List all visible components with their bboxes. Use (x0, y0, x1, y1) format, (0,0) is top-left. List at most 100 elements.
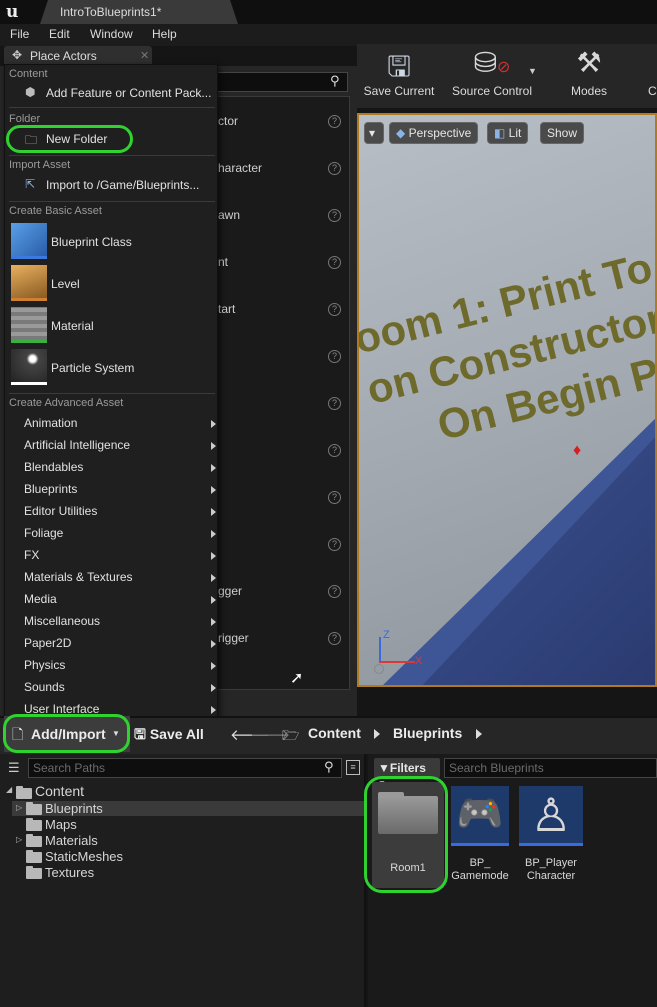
actor-row[interactable]: nt (218, 255, 338, 269)
modes-icon: ⚒ (576, 47, 602, 78)
z-axis-label: Z (383, 629, 390, 641)
particle-system-menu-item[interactable]: Particle System (5, 347, 217, 387)
room1-folder-highlight (364, 776, 448, 893)
advanced-menu-item[interactable]: Blendables (5, 457, 217, 479)
level-viewport[interactable]: oom 1: Print To on Constructor a On Begi… (357, 113, 657, 687)
folder-icon (26, 818, 42, 831)
section-advanced: Create Advanced Asset (9, 397, 124, 409)
show-button[interactable]: Show (540, 122, 585, 144)
advanced-menu-item[interactable]: Physics (5, 655, 217, 677)
source-control-label: Source Control (451, 84, 533, 98)
advanced-menu-item[interactable]: Miscellaneous (5, 611, 217, 633)
player-start-marker-icon[interactable]: ♦ (573, 442, 581, 460)
x-axis-label: X (415, 655, 423, 667)
source-control-button[interactable]: ⛁⊘ Source Control ▼ (442, 46, 542, 108)
add-feature-menu-item[interactable]: ⬢ Add Feature or Content Pack... (5, 83, 217, 105)
tree-item-materials[interactable]: Materials (45, 833, 98, 848)
place-actors-tab[interactable]: ✥ Place Actors ✕ (4, 46, 152, 66)
filters-button[interactable]: ▼Filters ▼ (374, 758, 440, 788)
help-icon[interactable]: ? (328, 350, 341, 363)
search-paths-input[interactable]: Search Paths (28, 758, 342, 778)
advanced-menu-item-label: Sounds (24, 680, 65, 694)
toggle-sources-icon[interactable]: ☰ (8, 760, 20, 776)
actor-row[interactable]: rigger (218, 631, 338, 645)
help-icon[interactable]: ? (328, 491, 341, 504)
submenu-arrow-icon (211, 574, 216, 582)
modes-button[interactable]: ⚒ Modes (562, 46, 616, 108)
asset-tile-bp-player-character[interactable]: ♙ (519, 786, 583, 846)
asset-tile-bp-gamemode[interactable]: 🎮 (451, 786, 509, 846)
help-icon[interactable]: ? (328, 444, 341, 457)
breadcrumb-content[interactable]: Content (308, 725, 361, 741)
menu-window[interactable]: Window (90, 27, 133, 41)
help-icon[interactable]: ? (328, 209, 341, 222)
material-menu-item[interactable]: Material (5, 305, 217, 345)
help-icon[interactable]: ? (328, 115, 341, 128)
place-actors-search-input[interactable] (216, 72, 348, 92)
level-menu-item[interactable]: Level (5, 263, 217, 303)
gamepad-icon: 🎮 (456, 793, 504, 835)
advanced-menu-item[interactable]: FX (5, 545, 217, 567)
advanced-menu-item-label: Paper2D (24, 636, 72, 650)
help-icon[interactable]: ? (328, 162, 341, 175)
tree-item-blueprints[interactable]: Blueprints (45, 801, 103, 816)
folder-open-icon (16, 786, 32, 799)
actor-row[interactable]: haracter (218, 161, 338, 175)
blueprint-class-menu-item[interactable]: Blueprint Class (5, 221, 217, 261)
advanced-menu-item[interactable]: Blueprints (5, 479, 217, 501)
breadcrumb-separator-icon[interactable] (476, 729, 482, 739)
advanced-menu-item[interactable]: Editor Utilities (5, 501, 217, 523)
breadcrumb-separator-icon[interactable] (374, 729, 380, 739)
folder-icon (26, 850, 42, 863)
advanced-menu-item[interactable]: Paper2D (5, 633, 217, 655)
divider (9, 107, 215, 108)
material-icon (11, 307, 47, 343)
document-tab[interactable]: IntroToBlueprints1* (40, 0, 238, 24)
menu-file[interactable]: File (10, 27, 29, 41)
advanced-menu-item[interactable]: Animation (5, 413, 217, 435)
perspective-button[interactable]: ◆ Perspective (389, 122, 479, 144)
save-all-label: Save All (149, 726, 204, 742)
advanced-menu-item-label: Miscellaneous (24, 614, 101, 628)
save-all-button[interactable]: 🖫 Save All (134, 724, 204, 748)
unreal-logo-icon: u (6, 2, 19, 22)
advanced-menu-item[interactable]: Foliage (5, 523, 217, 545)
collapsed-arrow-icon[interactable]: ▷ (16, 803, 22, 812)
actor-row[interactable]: tart (218, 302, 338, 316)
help-icon[interactable]: ? (328, 538, 341, 551)
overflow-icon (648, 46, 657, 84)
menu-edit[interactable]: Edit (49, 27, 70, 41)
tree-root-content[interactable]: Content (35, 783, 84, 799)
help-icon[interactable]: ? (328, 585, 341, 598)
blueprint-class-icon (11, 223, 47, 259)
advanced-menu-item[interactable]: Sounds (5, 677, 217, 699)
search-assets-input[interactable]: Search Blueprints (444, 758, 657, 778)
import-menu-item[interactable]: ⇱ Import to /Game/Blueprints... (5, 175, 217, 197)
actor-row[interactable]: awn (218, 208, 338, 222)
advanced-menu-item[interactable]: Media (5, 589, 217, 611)
close-icon[interactable]: ✕ (140, 49, 149, 62)
particle-system-label: Particle System (51, 361, 135, 375)
help-icon[interactable]: ? (328, 632, 341, 645)
lit-button[interactable]: ◧ Lit (487, 122, 529, 144)
toolbar-overflow-button[interactable]: C (648, 46, 657, 108)
tree-item-textures[interactable]: Textures (45, 865, 94, 880)
view-options-icon[interactable]: ≡ (346, 760, 360, 775)
collapsed-arrow-icon[interactable]: ▷ (16, 835, 22, 844)
breadcrumb-blueprints[interactable]: Blueprints (393, 725, 462, 741)
save-current-button[interactable]: 🖫 Save Current (360, 46, 438, 108)
help-icon[interactable]: ? (328, 256, 341, 269)
help-icon[interactable]: ? (328, 303, 341, 316)
actor-row[interactable]: gger (218, 584, 338, 598)
help-icon[interactable]: ? (328, 397, 341, 410)
viewport-options-button[interactable]: ▾ (364, 122, 384, 144)
place-actors-tab-label: Place Actors (30, 49, 97, 63)
expanded-arrow-icon[interactable]: ◢ (6, 785, 12, 794)
tree-item-maps[interactable]: Maps (45, 817, 77, 832)
level-label: Level (51, 277, 80, 291)
actor-row[interactable]: ctor (218, 114, 338, 128)
tree-item-staticmeshes[interactable]: StaticMeshes (45, 849, 123, 864)
advanced-menu-item[interactable]: Materials & Textures (5, 567, 217, 589)
advanced-menu-item[interactable]: Artificial Intelligence (5, 435, 217, 457)
menu-help[interactable]: Help (152, 27, 177, 41)
